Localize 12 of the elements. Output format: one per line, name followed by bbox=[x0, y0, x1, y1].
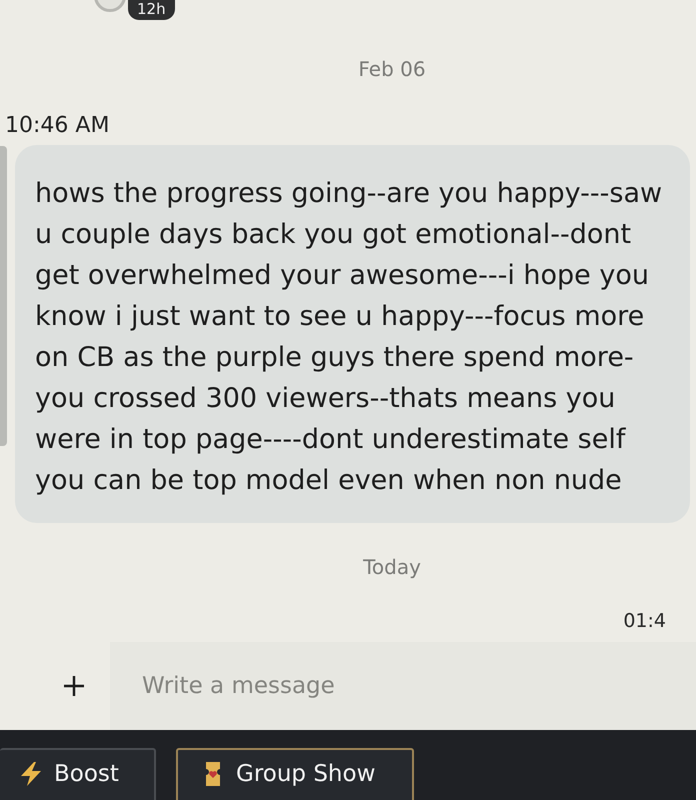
time-badge: 12h bbox=[128, 0, 175, 20]
message-input[interactable]: Write a message bbox=[110, 642, 696, 730]
date-divider: Today bbox=[362, 555, 422, 579]
message-time: 01:4 bbox=[623, 609, 666, 633]
plus-icon bbox=[63, 675, 85, 697]
message-bubble: hows the progress going--are you happy---saw u couple days back you got emotional--dont get overwhelmed your awesome---i hope you know i just want to see u happy---focus more on CB as the purple guys there spend more-you crossed 300 viewers--thats means you were in top page----dont underestimate self you can be top model even when non nude bbox=[15, 145, 690, 523]
lightning-icon bbox=[18, 761, 44, 787]
group-show-button[interactable]: Group Show bbox=[176, 748, 414, 800]
message-time: 10:46 AM bbox=[4, 113, 110, 139]
date-divider: Feb 06 bbox=[357, 57, 427, 81]
boost-button[interactable]: Boost bbox=[0, 748, 156, 800]
scrollbar-thumb[interactable] bbox=[0, 146, 7, 446]
